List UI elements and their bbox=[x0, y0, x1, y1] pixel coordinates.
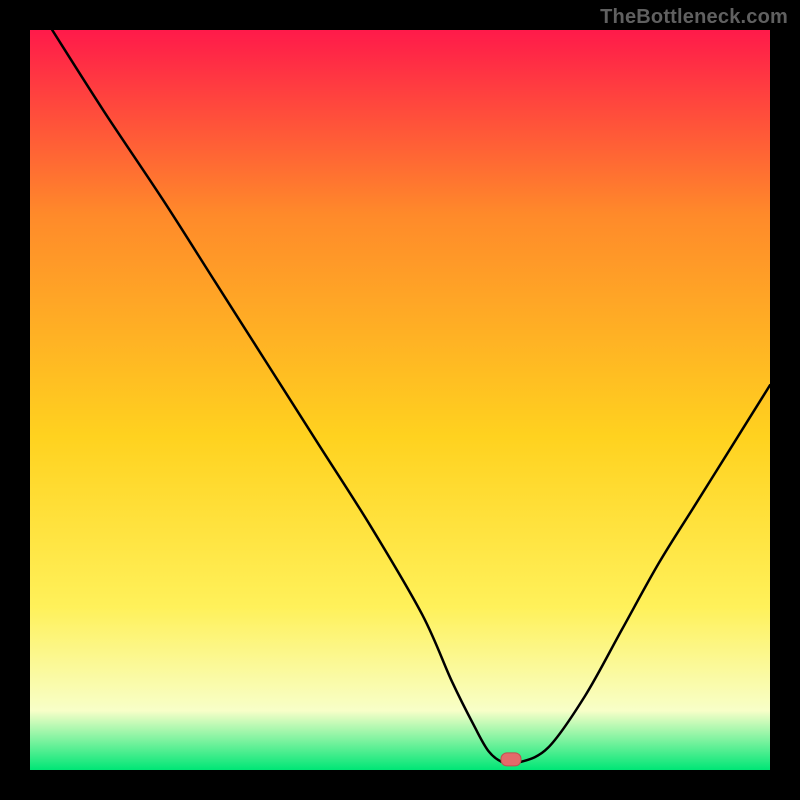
chart-wrapper: TheBottleneck.com bbox=[0, 0, 800, 800]
chart-background bbox=[30, 30, 770, 770]
optimal-point-marker bbox=[501, 753, 521, 766]
plot-frame bbox=[30, 30, 770, 770]
watermark-text: TheBottleneck.com bbox=[600, 6, 788, 29]
bottleneck-chart bbox=[30, 30, 770, 770]
